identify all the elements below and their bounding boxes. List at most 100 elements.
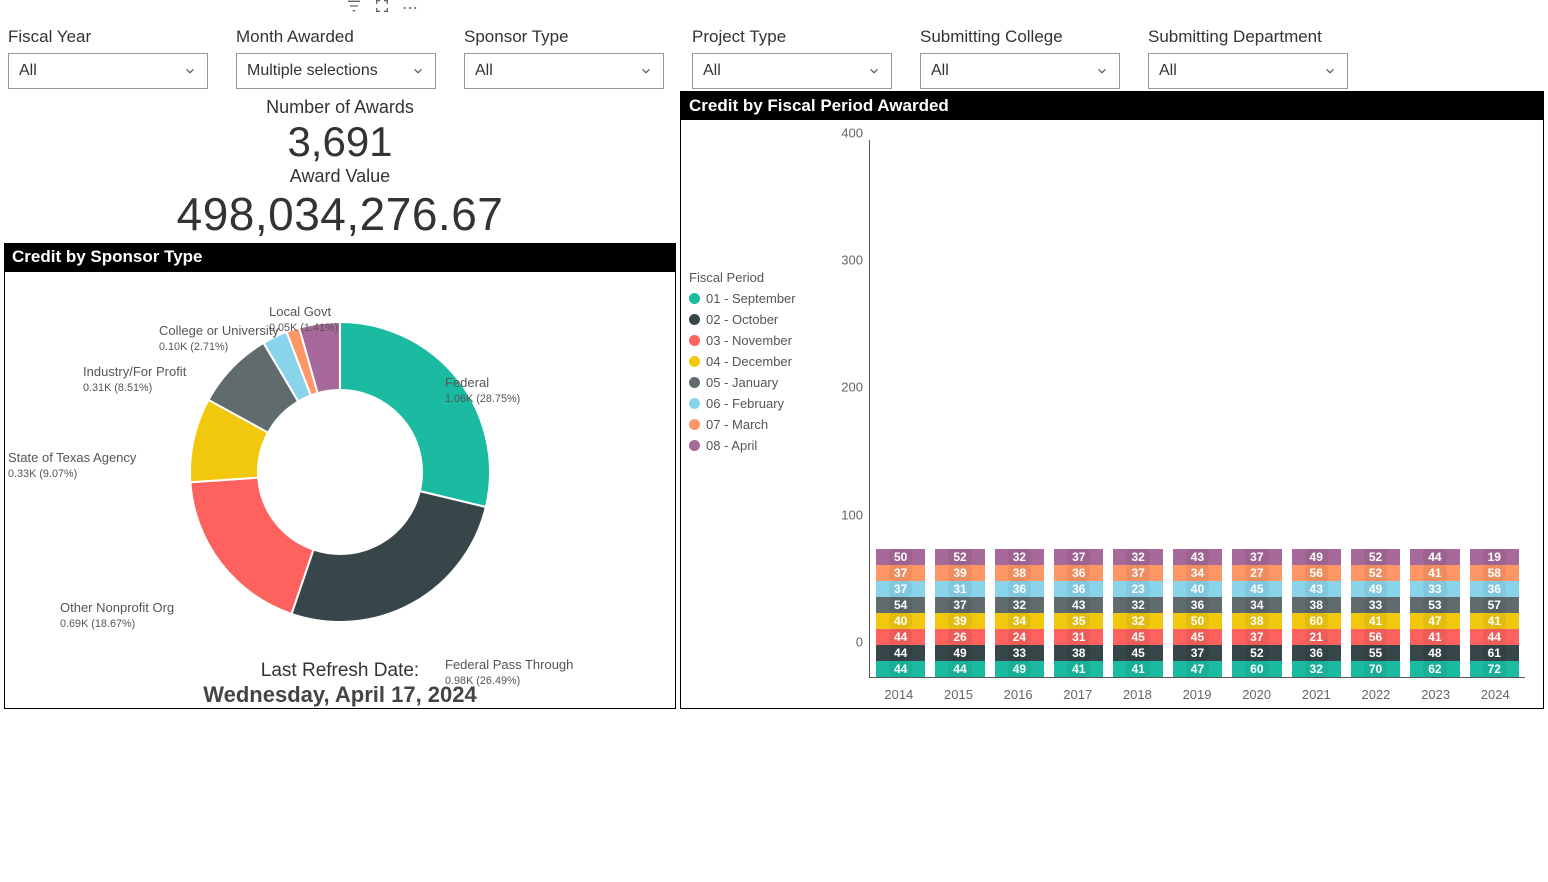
bar-segment[interactable]: 39 [935, 613, 984, 629]
bar-segment[interactable]: 33 [1410, 581, 1459, 597]
bar-column[interactable]: 6052373834452737 [1232, 549, 1281, 677]
bar-segment[interactable]: 37 [1232, 549, 1281, 565]
bar-segment[interactable]: 23 [1113, 581, 1162, 597]
legend-item[interactable]: 05 - January [689, 375, 829, 390]
bar-segment[interactable]: 33 [1351, 597, 1400, 613]
bar-segment[interactable]: 36 [1292, 645, 1341, 661]
bar-column[interactable]: 6248414753334144 [1410, 549, 1459, 677]
bar-segment[interactable]: 37 [1173, 645, 1222, 661]
bar-segment[interactable]: 56 [1351, 629, 1400, 645]
legend-item[interactable]: 03 - November [689, 333, 829, 348]
bar-segment[interactable]: 36 [1054, 581, 1103, 597]
bar-segment[interactable]: 37 [876, 581, 925, 597]
legend-item[interactable]: 08 - April [689, 438, 829, 453]
bar-segment[interactable]: 50 [1173, 613, 1222, 629]
bar-chart[interactable]: Fiscal Period01 - September02 - October0… [681, 120, 1543, 708]
bar-segment[interactable]: 21 [1292, 629, 1341, 645]
bar-segment[interactable]: 38 [1054, 645, 1103, 661]
bar-segment[interactable]: 70 [1351, 661, 1400, 677]
legend-item[interactable]: 02 - October [689, 312, 829, 327]
bar-segment[interactable]: 62 [1410, 661, 1459, 677]
bar-column[interactable]: 4449263937313952 [935, 549, 984, 677]
bar-segment[interactable]: 36 [1173, 597, 1222, 613]
bar-column[interactable]: 4145453232233732 [1113, 549, 1162, 677]
bar-segment[interactable]: 45 [1113, 629, 1162, 645]
bar-segment[interactable]: 44 [876, 645, 925, 661]
focus-icon[interactable] [374, 0, 390, 19]
bar-segment[interactable]: 26 [935, 629, 984, 645]
bar-segment[interactable]: 58 [1470, 565, 1519, 581]
bar-segment[interactable]: 41 [1351, 613, 1400, 629]
legend-item[interactable]: 07 - March [689, 417, 829, 432]
bar-segment[interactable]: 52 [1351, 549, 1400, 565]
bar-segment[interactable]: 35 [1054, 613, 1103, 629]
bar-segment[interactable]: 39 [935, 565, 984, 581]
donut-slice[interactable] [190, 478, 313, 614]
legend-item[interactable]: 04 - December [689, 354, 829, 369]
bar-segment[interactable]: 34 [1173, 565, 1222, 581]
bar-segment[interactable]: 45 [1173, 629, 1222, 645]
bar-segment[interactable]: 34 [995, 613, 1044, 629]
bar-segment[interactable]: 45 [1113, 645, 1162, 661]
bar-segment[interactable]: 49 [935, 645, 984, 661]
bar-segment[interactable]: 44 [1470, 629, 1519, 645]
bar-segment[interactable]: 49 [1351, 581, 1400, 597]
donut-slice[interactable] [340, 322, 490, 507]
bar-segment[interactable]: 37 [935, 597, 984, 613]
bar-segment[interactable]: 41 [1410, 629, 1459, 645]
bar-segment[interactable]: 60 [1232, 661, 1281, 677]
bar-segment[interactable]: 56 [1292, 565, 1341, 581]
bar-segment[interactable]: 32 [1292, 661, 1341, 677]
bar-segment[interactable]: 32 [995, 597, 1044, 613]
filter-select-month-awarded[interactable]: Multiple selections [236, 53, 436, 89]
filter-select-submitting-college[interactable]: All [920, 53, 1120, 89]
bar-segment[interactable]: 52 [935, 549, 984, 565]
bar-segment[interactable]: 50 [876, 549, 925, 565]
filter-select-fiscal-year[interactable]: All [8, 53, 208, 89]
bar-segment[interactable]: 44 [876, 629, 925, 645]
bar-segment[interactable]: 32 [995, 549, 1044, 565]
filter-select-submitting-department[interactable]: All [1148, 53, 1348, 89]
bar-segment[interactable]: 52 [1351, 565, 1400, 581]
bar-column[interactable]: 4138313543363637 [1054, 549, 1103, 677]
bar-segment[interactable]: 43 [1173, 549, 1222, 565]
bar-segment[interactable]: 61 [1470, 645, 1519, 661]
bar-segment[interactable]: 49 [1292, 549, 1341, 565]
bar-segment[interactable]: 53 [1410, 597, 1459, 613]
bar-segment[interactable]: 57 [1470, 597, 1519, 613]
bar-segment[interactable]: 31 [1054, 629, 1103, 645]
bar-segment[interactable]: 34 [1232, 597, 1281, 613]
bar-segment[interactable]: 41 [1113, 661, 1162, 677]
bar-segment[interactable]: 44 [876, 661, 925, 677]
bar-segment[interactable]: 43 [1054, 597, 1103, 613]
bar-segment[interactable]: 31 [935, 581, 984, 597]
bar-segment[interactable]: 47 [1173, 661, 1222, 677]
bar-column[interactable]: 7055564133495252 [1351, 549, 1400, 677]
bar-column[interactable]: 3236216038435649 [1292, 549, 1341, 677]
bar-segment[interactable]: 37 [1054, 549, 1103, 565]
bar-segment[interactable]: 37 [1232, 629, 1281, 645]
bar-segment[interactable]: 44 [1410, 549, 1459, 565]
bar-segment[interactable]: 24 [995, 629, 1044, 645]
donut-slice[interactable] [292, 491, 486, 622]
bar-segment[interactable]: 60 [1292, 613, 1341, 629]
bar-column[interactable]: 4737455036403443 [1173, 549, 1222, 677]
bar-segment[interactable]: 54 [876, 597, 925, 613]
legend-item[interactable]: 01 - September [689, 291, 829, 306]
bar-segment[interactable]: 49 [995, 661, 1044, 677]
bar-segment[interactable]: 32 [1113, 597, 1162, 613]
bar-column[interactable]: 7261444157365819 [1470, 549, 1519, 677]
legend-item[interactable]: 06 - February [689, 396, 829, 411]
bar-segment[interactable]: 41 [1054, 661, 1103, 677]
bar-segment[interactable]: 33 [995, 645, 1044, 661]
filter-icon[interactable] [346, 0, 362, 19]
bar-segment[interactable]: 55 [1351, 645, 1400, 661]
donut-chart[interactable]: Federal1.06K (28.75%)Federal Pass Throug… [4, 271, 676, 652]
bar-segment[interactable]: 52 [1232, 645, 1281, 661]
bar-segment[interactable]: 43 [1292, 581, 1341, 597]
bar-segment[interactable]: 72 [1470, 661, 1519, 677]
bar-segment[interactable]: 45 [1232, 581, 1281, 597]
bar-segment[interactable]: 40 [876, 613, 925, 629]
bar-segment[interactable]: 40 [1173, 581, 1222, 597]
bar-segment[interactable]: 38 [995, 565, 1044, 581]
